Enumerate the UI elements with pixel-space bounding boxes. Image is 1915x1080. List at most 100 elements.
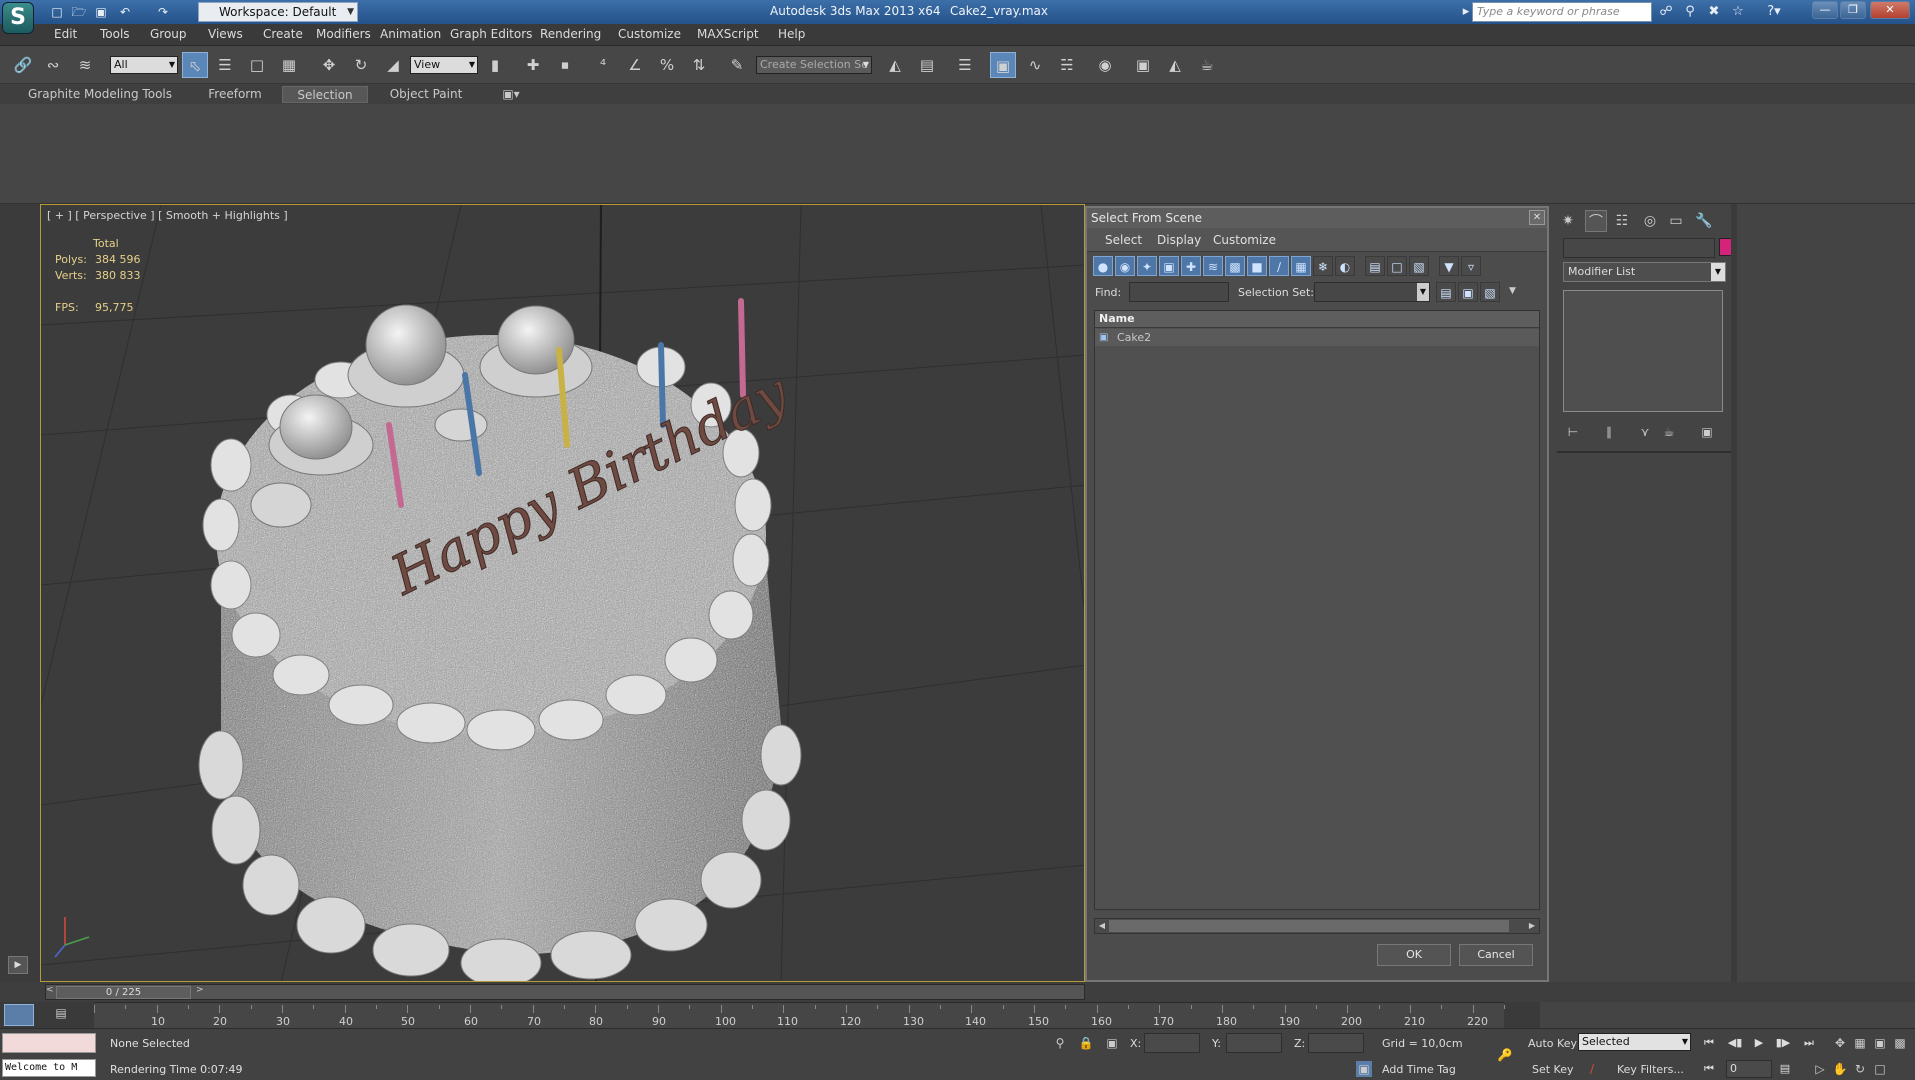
- rotate-icon[interactable]: ↻: [348, 52, 374, 78]
- named-selection-set-dropdown[interactable]: Create Selection Se ▼: [756, 56, 872, 74]
- menu-modifiers[interactable]: Modifiers: [316, 27, 371, 41]
- time-slider-thumb[interactable]: 0 / 225: [56, 986, 191, 999]
- zoom-all-icon[interactable]: ▦: [1852, 1035, 1868, 1051]
- scroll-right-icon[interactable]: ▶: [1526, 920, 1538, 932]
- tab-object-paint[interactable]: Object Paint: [376, 86, 476, 103]
- tab-selection[interactable]: Selection: [282, 86, 368, 103]
- time-prev-icon[interactable]: <: [46, 985, 54, 995]
- make-unique-icon[interactable]: ⋎: [1635, 422, 1655, 442]
- render-production-icon[interactable]: ☕: [1194, 52, 1220, 78]
- snaps-toggle-icon[interactable]: ⁴: [590, 52, 616, 78]
- move-icon[interactable]: ✥: [316, 52, 342, 78]
- show-end-result-icon[interactable]: ∥: [1599, 422, 1619, 442]
- key-filters-button[interactable]: Key Filters...: [1617, 1061, 1687, 1079]
- filter-containers-icon[interactable]: ▦: [1291, 256, 1311, 276]
- time-configuration-icon[interactable]: ▤: [1776, 1061, 1794, 1077]
- absolute-mode-icon[interactable]: ▣: [1104, 1035, 1120, 1051]
- previous-frame-icon[interactable]: ◀▮: [1726, 1035, 1744, 1051]
- unlink-icon[interactable]: ∾: [40, 52, 66, 78]
- menu-customize[interactable]: Customize: [618, 27, 681, 41]
- filter-shapes-icon[interactable]: ◉: [1115, 256, 1135, 276]
- pin-stack-icon[interactable]: ⊢: [1563, 422, 1583, 442]
- bind-spacewarp-icon[interactable]: ≋: [72, 52, 98, 78]
- tab-freeform[interactable]: Freeform: [190, 86, 280, 103]
- chevron-down-icon[interactable]: ▼: [1509, 286, 1516, 296]
- viewport-label[interactable]: [ + ] [ Perspective ] [ Smooth + Highlig…: [47, 209, 288, 222]
- menu-graph-editors[interactable]: Graph Editors: [450, 27, 532, 41]
- key-set-dropdown[interactable]: Selected ▼: [1578, 1033, 1691, 1051]
- go-to-start-icon[interactable]: ⏮: [1700, 1035, 1718, 1051]
- dialog-close-button[interactable]: ✕: [1529, 210, 1545, 225]
- keyboard-shortcut-icon[interactable]: ⏹: [552, 52, 578, 78]
- play-icon[interactable]: ▶: [1750, 1035, 1768, 1051]
- filter-xrefs-icon[interactable]: ■: [1247, 256, 1267, 276]
- mirror-icon[interactable]: ◭: [882, 52, 908, 78]
- object-name-field[interactable]: [1563, 238, 1715, 258]
- display-tab-icon[interactable]: ▭: [1665, 210, 1687, 232]
- dialog-menu-customize[interactable]: Customize: [1213, 233, 1276, 247]
- next-frame-icon[interactable]: ▮▶: [1774, 1035, 1792, 1051]
- maximize-viewport-icon[interactable]: □: [1872, 1061, 1888, 1077]
- schematic-view-icon[interactable]: ☵: [1054, 52, 1080, 78]
- selection-filter-dropdown[interactable]: All ▼: [110, 56, 178, 74]
- perspective-viewport[interactable]: Happy Birthday [ + ] [ Perspective ] [ S…: [40, 204, 1085, 982]
- track-bar-options-icon[interactable]: ▤: [50, 1006, 72, 1024]
- track-ruler[interactable]: 10 20 30 40 50 60 70 80 90 100 110 120 130 140 150 160 1…: [94, 1002, 1505, 1028]
- graphite-toggle-icon[interactable]: ▣: [990, 52, 1016, 78]
- selection-set-add-icon[interactable]: ▤: [1436, 282, 1456, 302]
- modifier-list-dropdown[interactable]: Modifier List ▼: [1563, 262, 1726, 282]
- find-input[interactable]: [1129, 282, 1229, 302]
- tools-icon[interactable]: ✖: [1704, 3, 1724, 21]
- modify-tab-icon[interactable]: ⌒: [1585, 210, 1607, 232]
- zoom-icon[interactable]: ✥: [1832, 1035, 1848, 1051]
- restore-button[interactable]: ❐: [1840, 1, 1866, 19]
- link-icon[interactable]: 🔗: [10, 52, 36, 78]
- create-tab-icon[interactable]: ✷: [1557, 210, 1579, 232]
- menu-edit[interactable]: Edit: [54, 27, 77, 41]
- menu-tools[interactable]: Tools: [100, 27, 130, 41]
- selection-set-dropdown[interactable]: ▼: [1314, 282, 1430, 302]
- auto-key-button[interactable]: Auto Key: [1528, 1037, 1577, 1050]
- scrollbar-thumb[interactable]: [1109, 920, 1509, 932]
- mini-curve-editor-icon[interactable]: [4, 1004, 34, 1026]
- menu-views[interactable]: Views: [208, 27, 243, 41]
- app-logo-button[interactable]: S: [2, 2, 34, 34]
- motion-tab-icon[interactable]: ◎: [1639, 210, 1661, 232]
- tab-graphite-modeling-tools[interactable]: Graphite Modeling Tools: [20, 86, 180, 103]
- percent-snap-icon[interactable]: %: [654, 52, 680, 78]
- x-coordinate-input[interactable]: [1144, 1033, 1200, 1053]
- menu-create[interactable]: Create: [263, 27, 303, 41]
- binoculars-icon[interactable]: ☍: [1656, 3, 1676, 21]
- pan-icon[interactable]: ✋: [1832, 1061, 1848, 1077]
- new-file-icon[interactable]: □: [48, 3, 66, 21]
- z-coordinate-input[interactable]: [1308, 1033, 1364, 1053]
- configure-modifier-sets-icon[interactable]: ▣: [1697, 422, 1717, 442]
- key-mode-icon[interactable]: ∕: [1584, 1061, 1600, 1077]
- filter-helpers-icon[interactable]: ✚: [1181, 256, 1201, 276]
- help-icon[interactable]: ?▾: [1760, 3, 1788, 21]
- material-editor-icon[interactable]: ◉: [1092, 52, 1118, 78]
- time-tag-icon[interactable]: ▣: [1356, 1061, 1372, 1077]
- close-window-button[interactable]: ✕: [1870, 1, 1910, 19]
- maxscript-listener-input[interactable]: [2, 1033, 96, 1053]
- reference-coordinate-dropdown[interactable]: View ▼: [410, 56, 478, 74]
- pivot-center-icon[interactable]: ▮: [482, 52, 508, 78]
- field-of-view-icon[interactable]: ▷: [1812, 1061, 1828, 1077]
- menu-maxscript[interactable]: MAXScript: [697, 27, 759, 41]
- filter-funnel-icon[interactable]: ▼: [1439, 256, 1459, 276]
- spinner-snap-icon[interactable]: ⇅: [686, 52, 712, 78]
- filter-hidden-icon[interactable]: ◐: [1335, 256, 1355, 276]
- selection-set-remove-icon[interactable]: ▣: [1458, 282, 1478, 302]
- orbit-icon[interactable]: ↻: [1852, 1061, 1868, 1077]
- minimize-button[interactable]: —: [1812, 1, 1838, 19]
- open-file-icon[interactable]: 🗁: [70, 3, 88, 21]
- dialog-title[interactable]: Select From Scene: [1087, 208, 1547, 228]
- set-key-icon[interactable]: 🔑: [1492, 1047, 1518, 1063]
- ribbon-options-icon[interactable]: ▣▾: [496, 86, 526, 103]
- layer-manager-icon[interactable]: ☰: [952, 52, 978, 78]
- edit-named-selection-icon[interactable]: ✎: [724, 52, 750, 78]
- utilities-tab-icon[interactable]: 🔧: [1693, 210, 1715, 232]
- filter-lights-icon[interactable]: ✦: [1137, 256, 1157, 276]
- time-next-icon[interactable]: >: [196, 985, 204, 995]
- remove-modifier-icon[interactable]: ☕: [1659, 422, 1679, 442]
